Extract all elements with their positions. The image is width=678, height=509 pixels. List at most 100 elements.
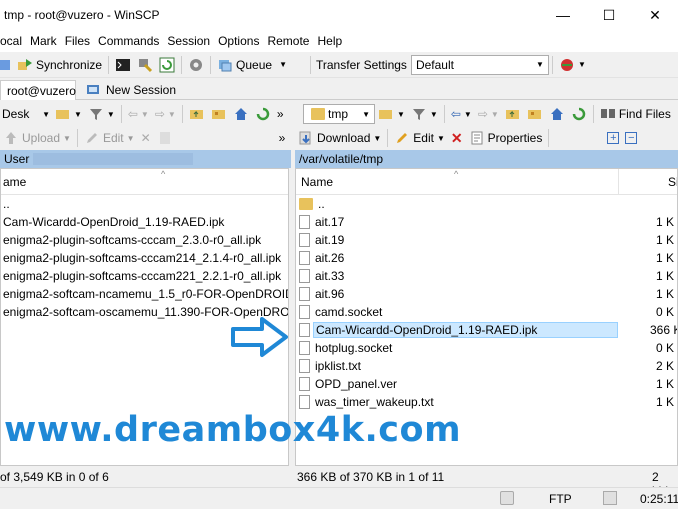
menu-files[interactable]: Files xyxy=(61,34,94,48)
upload-button[interactable]: Upload ▼ xyxy=(0,127,74,149)
remote-file-row[interactable]: ait.19 1 K xyxy=(296,231,677,249)
menu-bar: ocal Mark Files Commands Session Options… xyxy=(0,30,678,52)
folder-open-icon xyxy=(379,110,392,119)
putty-button[interactable] xyxy=(134,54,156,76)
console-button[interactable] xyxy=(112,54,134,76)
download-icon xyxy=(299,131,311,145)
remote-file-row[interactable]: ait.17 1 K xyxy=(296,213,677,231)
remote-open-folder-button[interactable]: ▼ xyxy=(375,103,408,125)
local-location-select[interactable]: Desk ▼ xyxy=(0,104,52,124)
synchronize-button[interactable]: Synchronize xyxy=(14,54,105,76)
file-icon xyxy=(299,269,310,283)
remote-parent-dir-button[interactable] xyxy=(502,103,524,125)
menu-session[interactable]: Session xyxy=(163,34,214,48)
toolbar-separator xyxy=(181,105,183,123)
remote-file-row[interactable]: .. xyxy=(296,195,677,213)
arrow-annotation-icon xyxy=(231,317,288,357)
preferences-button[interactable] xyxy=(185,54,207,76)
file-icon xyxy=(299,377,310,391)
transfer-settings-label: Transfer Settings xyxy=(316,57,407,72)
remote-forward-button[interactable]: ⇨ ▼ xyxy=(475,103,502,125)
local-home-button[interactable] xyxy=(230,103,252,125)
gear-icon xyxy=(190,58,203,71)
remote-delete-button[interactable]: ✕ xyxy=(448,127,466,149)
local-column-header[interactable]: ame ^ xyxy=(1,169,288,195)
local-filter-button[interactable]: ▼ xyxy=(85,103,118,125)
remote-root-dir-button[interactable] xyxy=(524,103,546,125)
queue-button[interactable]: Queue ▼ xyxy=(214,54,290,76)
download-button[interactable]: Download ▼ xyxy=(295,127,384,149)
remote-file-row[interactable]: OPD_panel.ver 1 K xyxy=(296,375,677,393)
remote-file-row[interactable]: ait.33 1 K xyxy=(296,267,677,285)
remote-column-header[interactable]: Name ^ Si xyxy=(296,169,677,195)
local-path-bar[interactable]: User xyxy=(0,150,291,168)
remote-path-bar[interactable]: /var/volatile/tmp xyxy=(295,150,678,168)
toolbar-separator xyxy=(210,55,212,74)
maximize-button[interactable]: ☐ xyxy=(586,0,632,30)
local-toolbar-nav: Desk ▼ ▼ ▼ ⇦ ▼ ⇨ ▼ » xyxy=(0,102,287,126)
menu-options[interactable]: Options xyxy=(214,34,263,48)
file-icon xyxy=(299,323,310,337)
local-root-dir-button[interactable] xyxy=(208,103,230,125)
chevron-down-icon: ▼ xyxy=(397,109,405,119)
remote-file-row[interactable]: camd.socket 0 K xyxy=(296,303,677,321)
local-file-row[interactable]: .. xyxy=(1,195,12,213)
local-open-folder-button[interactable]: ▼ xyxy=(52,103,85,125)
remote-refresh-button[interactable] xyxy=(568,103,590,125)
chevron-down-icon: ▼ xyxy=(126,133,135,143)
local-edit-button[interactable]: Edit ▼ xyxy=(81,127,138,149)
remote-file-row-selected[interactable]: Cam-Wicardd-OpenDroid_1.19-RAED.ipk 366 … xyxy=(296,321,677,339)
minimize-button[interactable]: — xyxy=(540,0,586,30)
local-file-row[interactable]: enigma2-softcam-ncamemu_1.5_r0-FOR-OpenD… xyxy=(1,285,288,303)
local-delete-button[interactable]: ✕ xyxy=(138,127,154,149)
tab-root-vuzero[interactable]: root@vuzero xyxy=(0,80,76,100)
find-files-button[interactable]: Find Files xyxy=(597,103,674,125)
menu-remote[interactable]: Remote xyxy=(263,34,313,48)
remote-properties-button[interactable]: Properties xyxy=(466,127,546,149)
remote-toolbar-nav: tmp ▼ ▼ ▼ ⇦ ▼ ⇨ ▼ Find Files xyxy=(295,102,674,126)
remote-collapse-button[interactable]: − xyxy=(622,127,640,149)
local-refresh-button[interactable] xyxy=(252,103,274,125)
remote-file-row[interactable]: ait.96 1 K xyxy=(296,285,677,303)
menu-help[interactable]: Help xyxy=(313,34,346,48)
close-button[interactable]: ✕ xyxy=(632,0,678,30)
remote-back-button[interactable]: ⇦ ▼ xyxy=(448,103,475,125)
menu-mark[interactable]: Mark xyxy=(26,34,61,48)
refresh-session-button[interactable] xyxy=(156,54,178,76)
local-more-button[interactable]: » xyxy=(274,103,287,125)
remote-file-row[interactable]: ipklist.txt 2 K xyxy=(296,357,677,375)
parent-folder-icon xyxy=(189,110,203,119)
local-forward-button[interactable]: ⇨ ▼ xyxy=(152,103,179,125)
local-file-row[interactable]: enigma2-plugin-softcams-cccam_2.3.0-r0_a… xyxy=(1,231,263,249)
remote-home-button[interactable] xyxy=(546,103,568,125)
toolbar-separator xyxy=(551,55,553,74)
status-bar: of 3,549 KB in 0 of 6 366 KB of 370 KB i… xyxy=(0,466,678,498)
toolbar-separator xyxy=(76,129,78,147)
menu-local[interactable]: ocal xyxy=(0,34,26,48)
remote-file-row[interactable]: ait.26 1 K xyxy=(296,249,677,267)
local-more-actions-button[interactable]: » xyxy=(276,127,289,149)
main-toolbar: Synchronize Queue ▼ Transfer Settings De… xyxy=(0,52,678,78)
remote-file-row[interactable]: hotplug.socket 0 K xyxy=(296,339,677,357)
local-icon[interactable] xyxy=(0,54,14,76)
local-back-button[interactable]: ⇦ ▼ xyxy=(125,103,152,125)
local-parent-dir-button[interactable] xyxy=(186,103,208,125)
local-file-row[interactable]: enigma2-plugin-softcams-cccam214_2.1.4-r… xyxy=(1,249,283,267)
local-file-row[interactable]: enigma2-plugin-softcams-cccam221_2.2.1-r… xyxy=(1,267,283,285)
transfer-options-button[interactable]: ▼ xyxy=(556,54,589,76)
putty-icon xyxy=(139,58,153,72)
remote-file-row[interactable]: was_timer_wakeup.txt 1 K xyxy=(296,393,677,411)
local-file-row[interactable]: Cam-Wicardd-OpenDroid_1.19-RAED.ipk xyxy=(1,213,226,231)
chevron-down-icon: ▼ xyxy=(42,109,50,119)
remote-edit-button[interactable]: Edit ▼ xyxy=(391,127,448,149)
remote-location-select[interactable]: tmp ▼ xyxy=(303,104,375,124)
tab-new-session[interactable]: New Session xyxy=(80,80,182,100)
file-icon xyxy=(299,341,310,355)
remote-filter-button[interactable]: ▼ xyxy=(408,103,441,125)
local-properties-button[interactable] xyxy=(154,127,176,149)
queue-icon xyxy=(219,59,232,71)
transfer-settings-select[interactable]: Default ▼ xyxy=(410,54,549,75)
remote-new-button[interactable]: + xyxy=(604,127,622,149)
folder-open-icon xyxy=(56,110,69,119)
menu-commands[interactable]: Commands xyxy=(94,34,163,48)
